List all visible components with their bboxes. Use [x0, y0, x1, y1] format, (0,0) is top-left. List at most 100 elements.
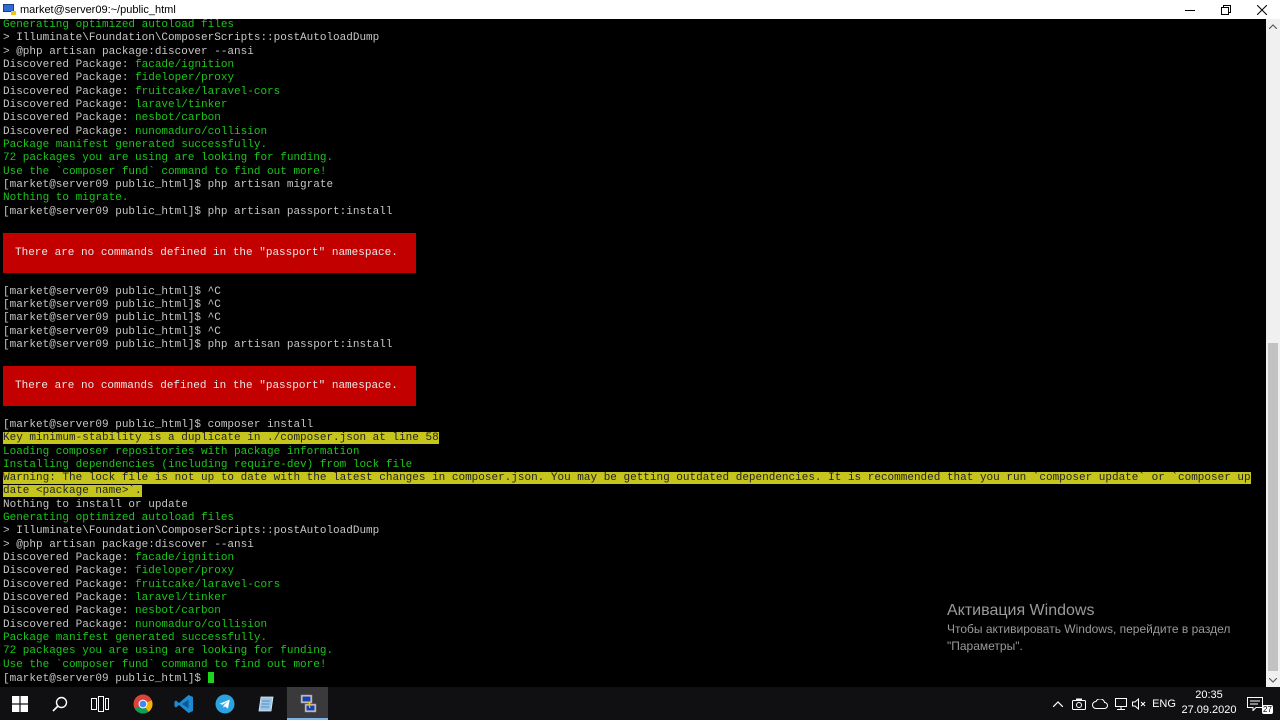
discovered-package-label: Discovered Package:: [3, 578, 136, 591]
tray-app-button[interactable]: [1090, 687, 1110, 720]
package-name: fruitcake/laravel-cors: [135, 85, 281, 98]
terminal-line: date <package name>`.: [3, 485, 1251, 498]
terminal-line: Nothing to migrate.: [3, 192, 1251, 205]
discovered-package-label: Discovered Package:: [3, 592, 136, 605]
terminal-text: [market@server09 public_html]$ ^C: [3, 325, 221, 338]
terminal-line: [market@server09 public_html]$ ^C: [3, 299, 1251, 312]
terminal-line: > Illuminate\Foundation\ComposerScripts:…: [3, 525, 1251, 538]
windows-activation-watermark: Активация Windows Чтобы активировать Win…: [947, 601, 1230, 655]
terminal-text: Generating optimized autoload files: [3, 19, 235, 31]
terminal-line: Discovered Package: facade/ignition: [3, 59, 1251, 72]
discovered-package-label: Discovered Package:: [3, 618, 136, 631]
terminal-text: 72 packages you are using are looking fo…: [3, 645, 334, 658]
task-view-button[interactable]: [80, 687, 120, 720]
terminal-line: Warning: The lock file is not up to date…: [3, 472, 1251, 485]
vertical-scrollbar[interactable]: [1266, 19, 1280, 687]
tray-app-button[interactable]: [1070, 687, 1088, 720]
taskbar-app-putty[interactable]: [287, 687, 328, 720]
action-center-button[interactable]: [1244, 687, 1266, 720]
terminal-line: [market@server09 public_html]$ ^C: [3, 286, 1251, 299]
terminal-text: [market@server09 public_html]$ composer …: [3, 418, 314, 431]
terminal-text: [market@server09 public_html]$: [3, 673, 208, 686]
taskbar: ENG 20:35 27.09.2020 27: [0, 687, 1280, 720]
terminal-line: Package manifest generated successfully.: [3, 139, 1251, 152]
terminal-line: 72 packages you are using are looking fo…: [3, 152, 1251, 165]
terminal-line: Key minimum-stability is a duplicate in …: [3, 432, 1251, 445]
discovered-package-label: Discovered Package:: [3, 552, 136, 565]
terminal-text: Package manifest generated successfully.: [3, 632, 268, 645]
taskbar-app-telegram[interactable]: [204, 687, 245, 720]
terminal-line: [market@server09 public_html]$ ^C: [3, 326, 1251, 339]
terminal-line: Loading composer repositories with packa…: [3, 446, 1251, 459]
terminal-line: Generating optimized autoload files: [3, 19, 1251, 32]
terminal-line: Discovered Package: facade/ignition: [3, 552, 1251, 565]
terminal-line: Discovered Package: laravel/tinker: [3, 99, 1251, 112]
notifications-icon: [1247, 696, 1263, 711]
cloud-icon: [1092, 698, 1108, 709]
package-name: laravel/tinker: [135, 98, 228, 111]
discovered-package-label: Discovered Package:: [3, 58, 136, 71]
terminal-text: [market@server09 public_html]$ php artis…: [3, 178, 334, 191]
terminal-cursor: [207, 672, 214, 684]
volume-button[interactable]: [1130, 687, 1148, 720]
terminal-line: Installing dependencies (including requi…: [3, 459, 1251, 472]
package-name: facade/ignition: [135, 552, 235, 565]
close-button[interactable]: [1244, 0, 1280, 19]
restore-button[interactable]: [1208, 0, 1244, 19]
language-indicator[interactable]: ENG: [1150, 687, 1178, 720]
camera-icon: [1072, 698, 1086, 710]
clock-date: 27.09.2020: [1181, 704, 1237, 716]
package-name: fideloper/proxy: [135, 565, 235, 578]
terminal-line: Use the `composer fund` command to find …: [3, 659, 1251, 672]
terminal-line: Discovered Package: nunomaduro/collision: [3, 126, 1251, 139]
terminal-output: Generating optimized autoload files > Ill…: [3, 19, 1251, 685]
terminal-line: [market@server09 public_html]$ php artis…: [3, 339, 1251, 352]
minimize-icon: [1185, 9, 1195, 11]
window-title: market@server09:~/public_html: [20, 3, 176, 16]
start-button[interactable]: [0, 687, 40, 720]
search-button[interactable]: [40, 687, 80, 720]
package-name: nesbot/carbon: [135, 112, 221, 125]
window-controls: [1172, 0, 1280, 19]
scroll-down-button[interactable]: [1266, 673, 1280, 687]
scroll-up-button[interactable]: [1266, 19, 1280, 33]
network-button[interactable]: [1112, 687, 1130, 720]
putty-icon[interactable]: [3, 4, 16, 15]
discovered-package-label: Discovered Package:: [3, 98, 136, 111]
chevron-up-icon: [1269, 23, 1277, 29]
windows-logo-icon: [12, 695, 28, 712]
chevron-up-icon: [1053, 700, 1063, 707]
package-name: facade/ignition: [135, 58, 235, 71]
terminal-text: Use the `composer fund` command to find …: [3, 165, 327, 178]
terminal-line: Discovered Package: fruitcake/laravel-co…: [3, 579, 1251, 592]
minimize-button[interactable]: [1172, 0, 1208, 19]
system-clock[interactable]: 20:35 27.09.2020: [1178, 688, 1240, 718]
terminal-line: Nothing to install or update: [3, 499, 1251, 512]
terminal-text: 72 packages you are using are looking fo…: [3, 152, 334, 165]
terminal-text: [market@server09 public_html]$ ^C: [3, 312, 221, 325]
show-hidden-icons-button[interactable]: [1050, 687, 1066, 720]
putty-icon: [300, 694, 316, 712]
package-name: nunomaduro/collision: [135, 125, 268, 138]
title-bar[interactable]: market@server09:~/public_html: [0, 0, 1280, 19]
terminal-text: > Illuminate\Foundation\ComposerScripts:…: [3, 32, 380, 45]
terminal-area[interactable]: Generating optimized autoload files > Ill…: [0, 19, 1266, 687]
package-name: nunomaduro/collision: [135, 618, 268, 631]
terminal-text: [market@server09 public_html]$ ^C: [3, 285, 221, 298]
error-box: There are no commands defined in the "pa…: [3, 233, 416, 273]
terminal-line: > @php artisan package:discover --ansi: [3, 539, 1251, 552]
close-icon: [1257, 4, 1267, 15]
package-name: nesbot/carbon: [135, 605, 221, 618]
scrollbar-thumb[interactable]: [1268, 343, 1278, 671]
terminal-text: > @php artisan package:discover --ansi: [3, 45, 254, 58]
activation-text: "Параметры".: [947, 639, 1023, 653]
activation-text: Чтобы активировать Windows, перейдите в …: [947, 622, 1231, 636]
taskbar-app-vscode[interactable]: [163, 687, 204, 720]
taskbar-app-chrome[interactable]: [122, 687, 163, 720]
taskbar-app-notepad[interactable]: [245, 687, 286, 720]
terminal-line: Discovered Package: nesbot/carbon: [3, 112, 1251, 125]
